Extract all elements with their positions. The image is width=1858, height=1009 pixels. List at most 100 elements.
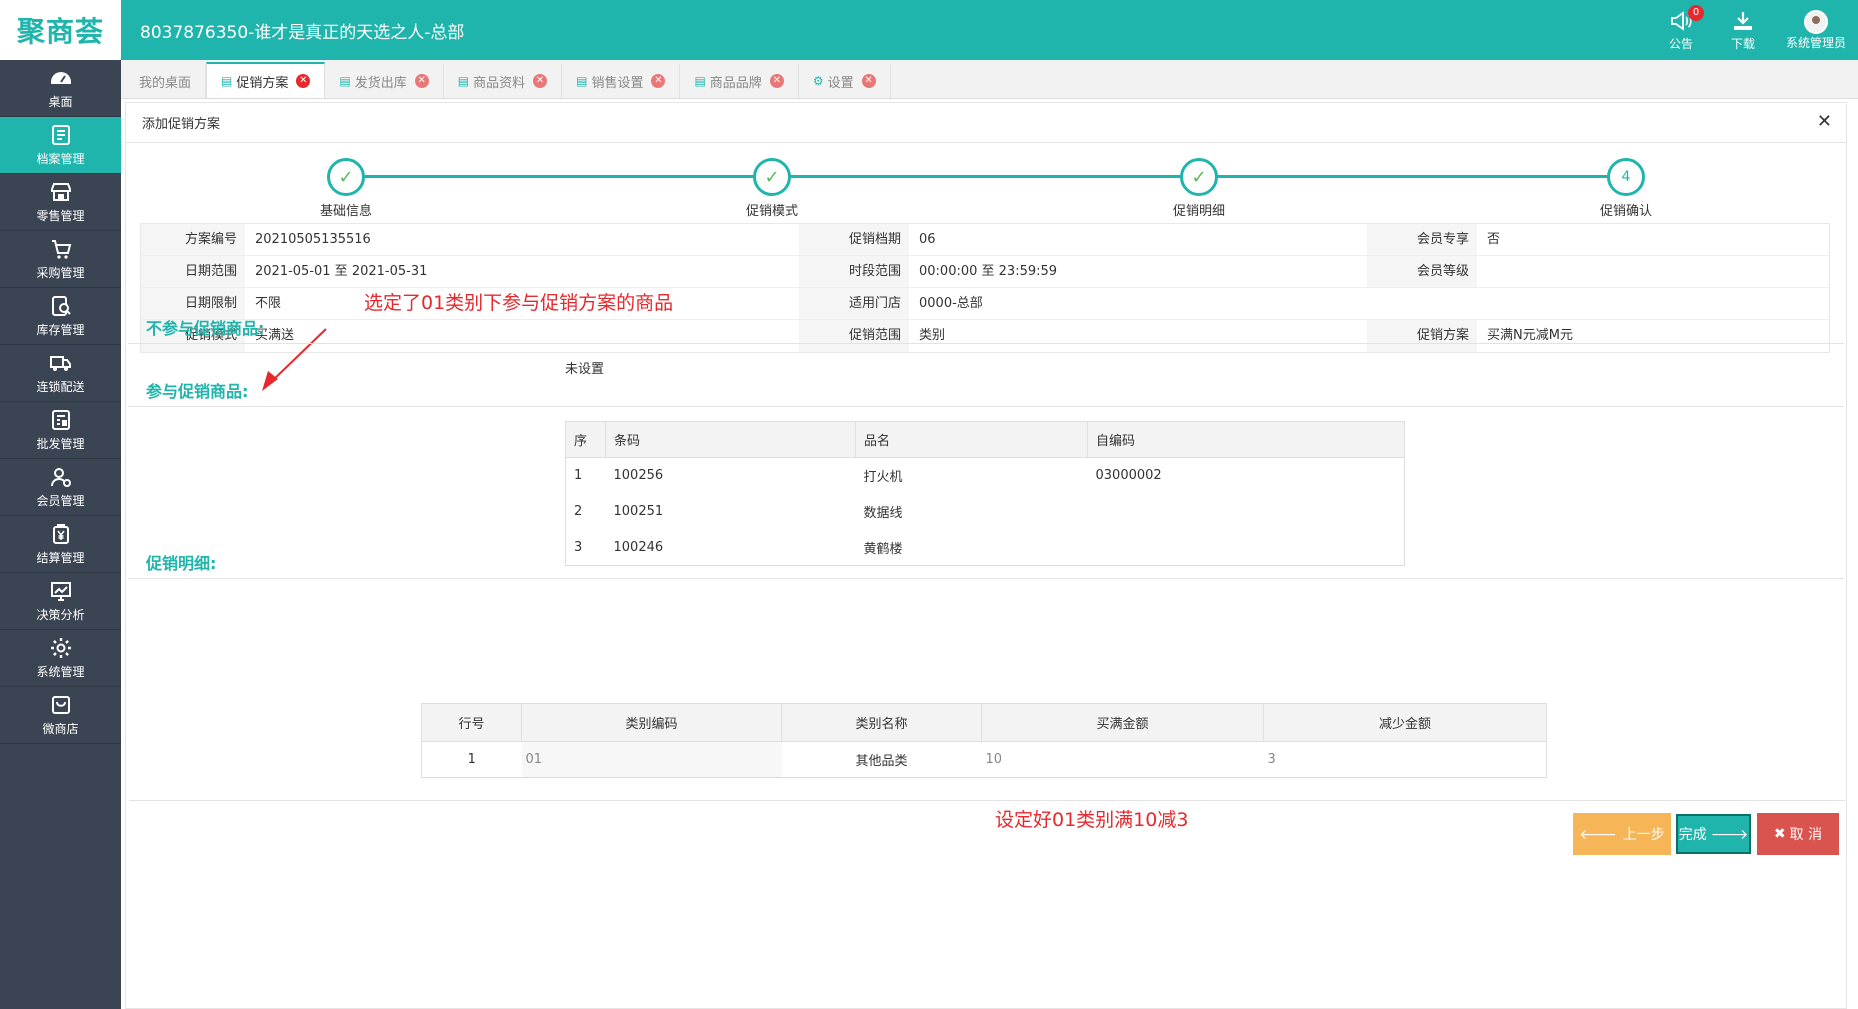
tab-promotion[interactable]: ▤ 促销方案 ✕ (206, 62, 326, 98)
app-logo[interactable]: 聚商荟 (0, 0, 121, 60)
close-tab-icon[interactable]: ✕ (769, 74, 784, 88)
wizard-steps: ✓ 基础信息 ✓ 促销模式 ✓ 促销明细 4 促销确认 (126, 153, 1848, 223)
col-header: 自编码 (1087, 421, 1405, 458)
user-name: 系统管理员 (1785, 35, 1846, 50)
member-icon (50, 468, 71, 487)
tab-bar: 我的桌面 ▤ 促销方案 ✕ ▤ 发货出库 ✕ ▤ 商品资料 ✕ ▤ 销售设置 ✕ ▤ 商品品牌 ✕ … (121, 60, 1858, 99)
table-row[interactable]: 1 01 其他品类 10 3 (422, 741, 1547, 778)
user-menu[interactable]: 系统管理员 (1774, 0, 1858, 60)
dialog-title: 添加促销方案 (142, 117, 221, 132)
close-tab-icon[interactable]: ✕ (296, 74, 311, 88)
doc-icon: ▤ (694, 74, 706, 88)
sidebar: 桌面 档案管理 零售管理 采购管理 库存管理 连锁配送 批发管理 会员管理 结算… (0, 60, 121, 1009)
gear-icon (50, 638, 71, 658)
bag-icon (51, 696, 70, 714)
step-basic-info: ✓ 基础信息 (286, 158, 406, 219)
info-row: 方案编号 20210505135516 促销档期 06 会员专享 否 (141, 224, 1829, 256)
notification-badge: 0 (1688, 5, 1704, 21)
info-row: 日期范围 2021-05-01 至 2021-05-31 时段范围 00:00:… (141, 256, 1829, 288)
threshold-amount-cell[interactable]: 10 (981, 741, 1264, 778)
promotion-dialog: 添加促销方案 ✕ ✓ 基础信息 ✓ 促销模式 ✓ 促销明细 4 促销确认 方案编… (125, 102, 1847, 1009)
page-title: 8037876350-谁才是真正的天选之人-总部 (140, 23, 465, 43)
step-current-circle: 4 (1607, 158, 1645, 196)
sidebar-item-settlement[interactable]: 结算管理 (0, 516, 121, 573)
close-tab-icon[interactable]: ✕ (533, 74, 548, 88)
table-header-row: 行号 类别编码 类别名称 买满金额 减少金额 (421, 703, 1547, 742)
not-set-text: 未设置 (565, 362, 605, 377)
check-icon: ✓ (1191, 166, 1207, 188)
reduce-amount-cell[interactable]: 3 (1263, 741, 1547, 778)
step-progress-line (346, 175, 1626, 178)
sidebar-item-microshop[interactable]: 微商店 (0, 687, 121, 744)
doc-icon: ▤ (221, 74, 233, 88)
step-done-circle: ✓ (753, 158, 791, 196)
close-icon: ✖ (1773, 826, 1786, 842)
check-icon: ✓ (338, 166, 354, 188)
sidebar-item-inventory[interactable]: 库存管理 (0, 288, 121, 345)
sidebar-item-retail[interactable]: 零售管理 (0, 174, 121, 231)
sidebar-item-analysis[interactable]: 决策分析 (0, 573, 121, 630)
sidebar-item-archive[interactable]: 档案管理 (0, 117, 121, 174)
exclude-section-title: 不参与促销商品: (146, 319, 265, 338)
close-tab-icon[interactable]: ✕ (861, 74, 876, 88)
col-header: 序 (565, 421, 606, 458)
download-icon (1734, 11, 1752, 30)
table-row[interactable]: 1 100256 打火机 03000002 (566, 458, 1405, 494)
include-section-title: 参与促销商品: (146, 382, 249, 401)
step-promotion-mode: ✓ 促销模式 (712, 158, 832, 219)
sidebar-item-system[interactable]: 系统管理 (0, 630, 121, 687)
divider (128, 578, 1844, 579)
category-code-cell[interactable]: 01 (521, 741, 782, 778)
yen-icon (52, 524, 69, 544)
table-row[interactable]: 3 100246 黄鹤楼 (566, 530, 1405, 566)
tab-my-desktop[interactable]: 我的桌面 (125, 64, 207, 98)
info-row: 促销模式 买满送 促销范围 类别 促销方案 买满N元减M元 (141, 320, 1829, 352)
col-header: 行号 (421, 703, 522, 742)
table-row[interactable]: 2 100251 数据线 (566, 494, 1405, 530)
product-table: 序 条码 品名 自编码 1 100256 打火机 03000002 2 1002… (565, 421, 1405, 566)
top-bar: 聚商荟 8037876350-谁才是真正的天选之人-总部 0 公告 下载 系统管… (0, 0, 1858, 60)
sidebar-item-desktop[interactable]: 桌面 (0, 60, 121, 117)
doc-icon: ▤ (339, 74, 351, 88)
divider (128, 406, 1844, 407)
doc-icon: ▤ (576, 74, 588, 88)
divider (129, 800, 1845, 801)
dashboard-icon (50, 72, 71, 84)
avatar-icon (1804, 9, 1828, 34)
truck-icon (49, 356, 71, 371)
tab-sales-settings[interactable]: ▤ 销售设置 ✕ (562, 64, 681, 98)
tab-product-info[interactable]: ▤ 商品资料 ✕ (444, 64, 563, 98)
promotion-detail-grid: 行号 类别编码 类别名称 买满金额 减少金额 1 01 其他品类 10 3 (421, 703, 1547, 778)
prev-step-button[interactable]: 🡐 上一步 (1573, 813, 1671, 855)
tab-shipping[interactable]: ▤ 发货出库 ✕ (325, 64, 444, 98)
announcement-label: 公告 (1668, 36, 1693, 51)
step-promotion-confirm: 4 促销确认 (1566, 158, 1686, 219)
dialog-header: 添加促销方案 ✕ (126, 103, 1846, 143)
detail-section-title: 促销明细: (146, 554, 217, 573)
cancel-button[interactable]: ✖ 取 消 (1757, 813, 1839, 855)
step-done-circle: ✓ (327, 158, 365, 196)
gear-icon: ⚙ (812, 74, 824, 88)
wholesale-icon (51, 410, 70, 430)
divider (128, 343, 1844, 344)
sidebar-item-wholesale[interactable]: 批发管理 (0, 402, 121, 459)
sidebar-item-delivery[interactable]: 连锁配送 (0, 345, 121, 402)
sidebar-item-purchase[interactable]: 采购管理 (0, 231, 121, 288)
close-tab-icon[interactable]: ✕ (651, 74, 666, 88)
step-done-circle: ✓ (1180, 158, 1218, 196)
tab-settings[interactable]: ⚙ 设置 ✕ (799, 64, 891, 98)
col-header: 买满金额 (981, 703, 1264, 742)
check-icon: ✓ (764, 166, 780, 188)
col-header: 品名 (855, 421, 1088, 458)
close-tab-icon[interactable]: ✕ (414, 74, 429, 88)
step-promotion-detail: ✓ 促销明细 (1139, 158, 1259, 219)
annotation-top: 选定了01类别下参与促销方案的商品 (364, 292, 674, 314)
inventory-icon (51, 296, 71, 316)
download-button[interactable]: 下载 (1712, 0, 1774, 60)
table-header-row: 序 条码 品名 自编码 (565, 421, 1405, 458)
sidebar-item-member[interactable]: 会员管理 (0, 459, 121, 516)
finish-button[interactable]: 完成 🡒 (1676, 814, 1751, 854)
tab-product-brand[interactable]: ▤ 商品品牌 ✕ (680, 64, 799, 98)
close-icon[interactable]: ✕ (1817, 111, 1832, 132)
announcement-button[interactable]: 0 公告 (1650, 0, 1712, 60)
